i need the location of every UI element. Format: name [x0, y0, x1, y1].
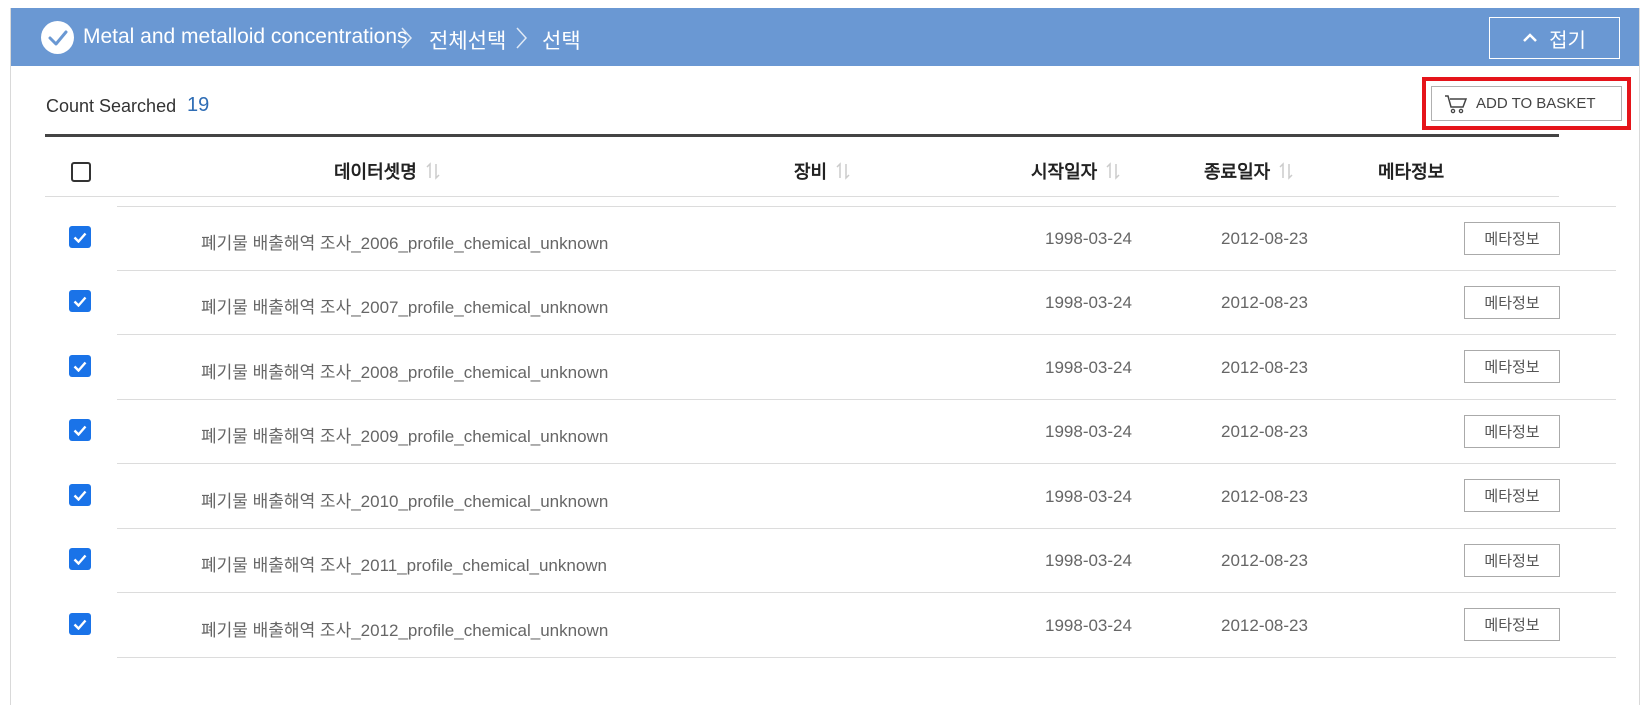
- count-searched-label: Count Searched: [46, 96, 177, 116]
- column-header-label: 종료일자: [1204, 162, 1271, 182]
- end-date-cell: 2012-08-23: [1221, 229, 1308, 248]
- cart-icon: [1445, 94, 1468, 113]
- chevron-up-icon: [1523, 33, 1537, 42]
- start-date-cell: 1998-03-24: [1045, 358, 1132, 377]
- row-checkbox[interactable]: [69, 484, 91, 506]
- column-header-end-date[interactable]: 종료일자: [1204, 158, 1294, 184]
- sort-icon: [1279, 162, 1293, 180]
- select-all-checkbox[interactable]: [71, 162, 91, 182]
- column-header-label: 데이터셋명: [334, 162, 417, 182]
- sort-icon: [1106, 162, 1120, 180]
- checkmark-icon: [73, 490, 87, 501]
- dataset-name-cell[interactable]: 폐기물 배출해역 조사_2010_profile_chemical_unknow…: [201, 487, 608, 512]
- row-divider: [117, 528, 1616, 529]
- start-date-cell: 1998-03-24: [1045, 422, 1132, 441]
- column-header-label: 메타정보: [1378, 162, 1445, 182]
- row-divider: [117, 334, 1616, 335]
- basket-highlight: ADD TO BASKET: [1422, 77, 1631, 130]
- add-to-basket-button[interactable]: ADD TO BASKET: [1431, 86, 1622, 121]
- check-circle-icon: [41, 21, 74, 54]
- column-header-label: 시작일자: [1031, 162, 1098, 182]
- row-checkbox[interactable]: [69, 226, 91, 248]
- collapse-button[interactable]: 접기: [1489, 17, 1620, 59]
- panel-header: Metal and metalloid concentrations 전체선택 …: [11, 8, 1639, 66]
- column-header-dataset[interactable]: 데이터셋명: [334, 158, 441, 184]
- row-divider: [117, 270, 1616, 271]
- count-searched-value: 19: [187, 94, 210, 116]
- metadata-button[interactable]: 메타정보: [1464, 415, 1560, 448]
- row-divider: [117, 206, 1616, 207]
- metadata-button[interactable]: 메타정보: [1464, 350, 1560, 383]
- checkmark-icon: [73, 619, 87, 630]
- chevron-right-icon: [516, 27, 528, 49]
- dataset-name-cell[interactable]: 폐기물 배출해역 조사_2009_profile_chemical_unknow…: [201, 422, 608, 447]
- row-checkbox[interactable]: [69, 613, 91, 635]
- dataset-name-cell[interactable]: 폐기물 배출해역 조사_2006_profile_chemical_unknow…: [201, 229, 608, 254]
- checkmark-icon: [73, 554, 87, 565]
- breadcrumb-item-select-all[interactable]: 전체선택: [429, 25, 506, 55]
- column-header-equipment[interactable]: 장비: [794, 158, 851, 184]
- add-to-basket-label: ADD TO BASKET: [1476, 95, 1596, 112]
- dataset-name-cell[interactable]: 폐기물 배출해역 조사_2012_profile_chemical_unknow…: [201, 616, 608, 641]
- metadata-button[interactable]: 메타정보: [1464, 544, 1560, 577]
- row-checkbox[interactable]: [69, 419, 91, 441]
- breadcrumb-item-select[interactable]: 선택: [542, 25, 581, 55]
- dataset-name-cell[interactable]: 폐기물 배출해역 조사_2008_profile_chemical_unknow…: [201, 358, 608, 383]
- end-date-cell: 2012-08-23: [1221, 487, 1308, 506]
- metadata-button[interactable]: 메타정보: [1464, 608, 1560, 641]
- dataset-name-cell[interactable]: 폐기물 배출해역 조사_2007_profile_chemical_unknow…: [201, 293, 608, 318]
- checkmark-icon: [73, 232, 87, 243]
- row-checkbox[interactable]: [69, 290, 91, 312]
- dataset-name-cell[interactable]: 폐기물 배출해역 조사_2011_profile_chemical_unknow…: [201, 551, 607, 576]
- start-date-cell: 1998-03-24: [1045, 487, 1132, 506]
- end-date-cell: 2012-08-23: [1221, 293, 1308, 312]
- end-date-cell: 2012-08-23: [1221, 358, 1308, 377]
- end-date-cell: 2012-08-23: [1221, 616, 1308, 635]
- row-divider: [117, 592, 1616, 593]
- start-date-cell: 1998-03-24: [1045, 551, 1132, 570]
- checkmark-icon: [73, 425, 87, 436]
- row-divider: [117, 399, 1616, 400]
- row-divider: [117, 657, 1616, 658]
- results-panel: Metal and metalloid concentrations 전체선택 …: [10, 8, 1640, 705]
- breadcrumb-item-dataset[interactable]: Metal and metalloid concentrations: [83, 25, 408, 49]
- column-header-start-date[interactable]: 시작일자: [1031, 158, 1121, 184]
- metadata-button[interactable]: 메타정보: [1464, 286, 1560, 319]
- row-checkbox[interactable]: [69, 355, 91, 377]
- metadata-button[interactable]: 메타정보: [1464, 222, 1560, 255]
- row-checkbox[interactable]: [69, 548, 91, 570]
- sort-icon: [426, 162, 440, 180]
- start-date-cell: 1998-03-24: [1045, 229, 1132, 248]
- checkmark-icon: [73, 361, 87, 372]
- start-date-cell: 1998-03-24: [1045, 616, 1132, 635]
- header-divider: [45, 196, 1559, 197]
- metadata-button[interactable]: 메타정보: [1464, 479, 1560, 512]
- column-header-metadata: 메타정보: [1378, 158, 1444, 184]
- row-divider: [117, 463, 1616, 464]
- sort-icon: [836, 162, 850, 180]
- chevron-right-icon: [401, 27, 413, 49]
- checkmark-icon: [73, 296, 87, 307]
- start-date-cell: 1998-03-24: [1045, 293, 1132, 312]
- end-date-cell: 2012-08-23: [1221, 422, 1308, 441]
- collapse-label: 접기: [1549, 29, 1586, 52]
- column-header-label: 장비: [794, 162, 828, 182]
- table-top-border: [45, 134, 1559, 137]
- end-date-cell: 2012-08-23: [1221, 551, 1308, 570]
